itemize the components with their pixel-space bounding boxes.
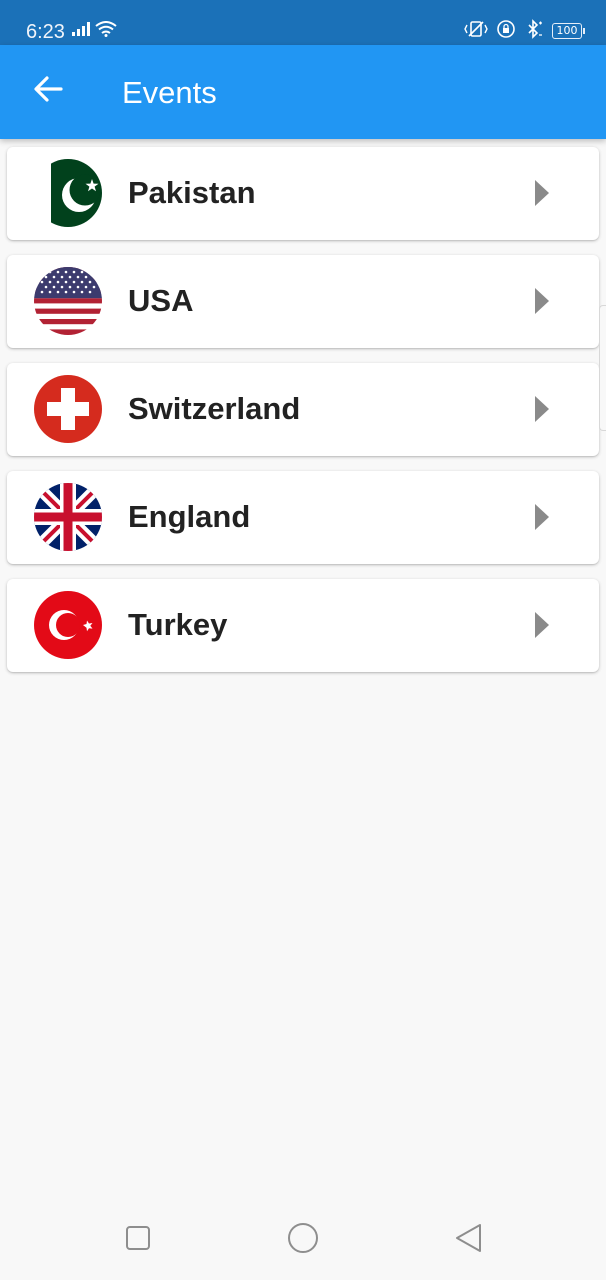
page-title: Events [122,75,217,110]
country-name: Switzerland [128,391,301,426]
country-name: England [128,499,251,534]
country-name: Pakistan [128,175,256,210]
bluetooth-icon [524,18,544,44]
home-button[interactable] [285,1222,321,1258]
country-item-pakistan[interactable]: Pakistan [7,147,599,240]
country-list: Pakistan USA Switzerland England Turkey [7,147,599,687]
country-name: Turkey [128,607,228,642]
battery-icon: 100 [552,23,585,39]
chevron-right-icon [531,503,551,531]
recent-apps-button[interactable] [120,1222,156,1258]
country-item-turkey[interactable]: Turkey [7,579,599,672]
back-button[interactable] [24,67,72,115]
pakistan-flag-icon [34,159,102,227]
chevron-right-icon [531,287,551,315]
edge-panel-handle[interactable] [599,305,606,431]
country-item-usa[interactable]: USA [7,255,599,348]
arrow-left-icon [33,75,63,107]
uk-flag-icon [34,483,102,551]
home-icon [287,1222,319,1259]
nav-back-button[interactable] [450,1222,486,1258]
recent-apps-icon [125,1225,151,1256]
usa-flag-icon [34,267,102,335]
status-time: 6:23 [26,21,65,43]
country-item-switzerland[interactable]: Switzerland [7,363,599,456]
chevron-right-icon [531,611,551,639]
back-triangle-icon [454,1223,482,1258]
system-nav-bar [0,1200,606,1280]
turkey-flag-icon [34,591,102,659]
country-item-england[interactable]: England [7,471,599,564]
vibrate-icon [464,20,488,43]
chevron-right-icon [531,179,551,207]
country-name: USA [128,283,194,318]
chevron-right-icon [531,395,551,423]
switzerland-flag-icon [34,375,102,443]
status-bar: 6:23 100 [0,0,606,45]
app-bar: Events [0,45,606,139]
wifi-icon [95,20,117,42]
signal-icon [72,21,90,41]
lock-rotation-icon [496,19,516,44]
